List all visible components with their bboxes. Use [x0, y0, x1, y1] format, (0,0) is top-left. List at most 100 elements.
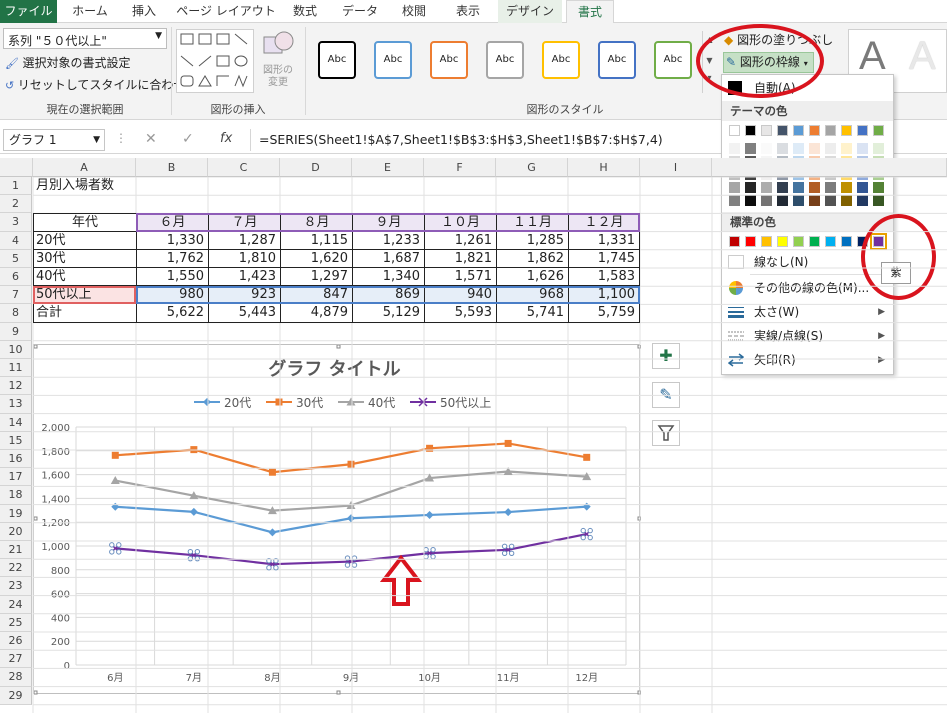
row-header[interactable]: 27 — [0, 650, 32, 669]
table-cell[interactable]: 1,571 — [424, 268, 496, 287]
row-header[interactable]: 1 — [0, 177, 32, 196]
tab-design[interactable]: デザイン — [498, 0, 562, 23]
row-header[interactable]: 21 — [0, 541, 32, 560]
table-cell[interactable]: 5,741 — [496, 304, 568, 323]
theme-color-swatch[interactable] — [825, 125, 836, 136]
format-selection-button[interactable]: 🖌 選択対象の書式設定 — [5, 54, 130, 71]
table-cell[interactable]: 1,261 — [424, 231, 496, 250]
table-cell[interactable]: 1,340 — [352, 268, 424, 287]
row-header[interactable]: 28 — [0, 668, 32, 687]
column-header[interactable]: I — [640, 158, 712, 177]
theme-color-swatch[interactable] — [777, 125, 788, 136]
table-cell[interactable]: 50代以上 — [33, 286, 136, 305]
table-cell[interactable]: 847 — [280, 286, 352, 305]
row-header[interactable]: 11 — [0, 359, 32, 378]
theme-color-swatch[interactable] — [873, 125, 884, 136]
table-header-cell[interactable]: １２月 — [568, 213, 640, 232]
table-cell[interactable]: 5,622 — [136, 304, 208, 323]
column-header[interactable]: C — [208, 158, 280, 177]
table-cell[interactable]: 20代 — [33, 231, 136, 250]
shape-style-option[interactable]: Abc — [542, 41, 580, 79]
table-cell[interactable]: 1,115 — [280, 231, 352, 250]
tab-formulas[interactable]: 数式 — [282, 0, 328, 23]
row-header[interactable]: 24 — [0, 595, 32, 614]
reset-style-button[interactable]: ↺ リセットしてスタイルに合わせる — [5, 76, 197, 93]
sheet-title-cell[interactable]: 月別入場者数 — [36, 177, 136, 195]
theme-color-shade-swatch[interactable] — [793, 143, 804, 154]
select-all-corner[interactable] — [0, 158, 33, 177]
table-cell[interactable]: 869 — [352, 286, 424, 305]
table-cell[interactable]: 1,287 — [208, 231, 280, 250]
table-cell[interactable]: 40代 — [33, 268, 136, 287]
theme-color-shade-swatch[interactable] — [809, 143, 820, 154]
table-cell[interactable]: 1,233 — [352, 231, 424, 250]
table-cell[interactable]: 968 — [496, 286, 568, 305]
shape-style-option[interactable]: Abc — [374, 41, 412, 79]
shape-style-gallery[interactable]: Abc Abc Abc Abc Abc Abc Abc — [308, 23, 716, 98]
tab-page-layout[interactable]: ページ レイアウト — [172, 0, 280, 23]
enter-icon[interactable]: ✓ — [182, 131, 194, 147]
table-cell[interactable]: 5,593 — [424, 304, 496, 323]
column-header[interactable]: E — [352, 158, 424, 177]
row-header[interactable]: 2 — [0, 195, 32, 214]
table-cell[interactable]: 5,759 — [568, 304, 640, 323]
theme-color-shade-swatch[interactable] — [841, 143, 852, 154]
row-header[interactable]: 20 — [0, 522, 32, 541]
tab-insert[interactable]: 挿入 — [120, 0, 168, 23]
table-cell[interactable]: 1,550 — [136, 268, 208, 287]
tab-data[interactable]: データ — [332, 0, 388, 23]
tab-view[interactable]: 表示 — [442, 0, 494, 23]
table-cell[interactable]: 1,620 — [280, 249, 352, 268]
table-cell[interactable]: 4,879 — [280, 304, 352, 323]
row-header[interactable]: 6 — [0, 268, 32, 287]
name-box[interactable]: グラフ 1 ▼ — [3, 129, 105, 151]
theme-color-shade-swatch[interactable] — [873, 143, 884, 154]
shape-style-option[interactable]: Abc — [318, 41, 356, 79]
table-header-cell[interactable]: ６月 — [136, 213, 208, 232]
row-header[interactable]: 23 — [0, 577, 32, 596]
theme-color-shade-swatch[interactable] — [729, 143, 740, 154]
table-cell[interactable]: 1,745 — [568, 249, 640, 268]
column-header[interactable]: F — [424, 158, 496, 177]
theme-color-swatch[interactable] — [745, 125, 756, 136]
shape-style-option[interactable]: Abc — [654, 41, 692, 79]
table-header-cell[interactable]: ７月 — [208, 213, 280, 232]
theme-color-swatch[interactable] — [809, 125, 820, 136]
column-header[interactable]: B — [136, 158, 208, 177]
row-header[interactable]: 16 — [0, 450, 32, 469]
table-cell[interactable]: 1,626 — [496, 268, 568, 287]
theme-color-swatch[interactable] — [729, 125, 740, 136]
column-header[interactable]: A — [33, 158, 136, 177]
column-header[interactable]: H — [568, 158, 640, 177]
table-cell[interactable]: 1,762 — [136, 249, 208, 268]
table-cell[interactable]: 5,129 — [352, 304, 424, 323]
tab-review[interactable]: 校閲 — [390, 0, 438, 23]
cancel-icon[interactable]: ✕ — [145, 131, 157, 147]
row-header[interactable]: 9 — [0, 322, 32, 341]
shape-gallery[interactable] — [176, 29, 254, 93]
table-cell[interactable]: 1,423 — [208, 268, 280, 287]
table-cell[interactable]: 5,443 — [208, 304, 280, 323]
theme-color-swatch[interactable] — [793, 125, 804, 136]
theme-color-shade-swatch[interactable] — [825, 143, 836, 154]
column-header[interactable] — [712, 158, 947, 177]
table-cell[interactable]: 1,583 — [568, 268, 640, 287]
table-cell[interactable]: 1,330 — [136, 231, 208, 250]
theme-color-shade-swatch[interactable] — [761, 143, 772, 154]
row-header[interactable]: 15 — [0, 431, 32, 450]
tab-home[interactable]: ホーム — [62, 0, 118, 23]
column-header[interactable]: D — [280, 158, 352, 177]
theme-color-shade-swatch[interactable] — [745, 143, 756, 154]
table-cell[interactable]: 1,687 — [352, 249, 424, 268]
row-header[interactable]: 10 — [0, 340, 32, 359]
row-header[interactable]: 8 — [0, 304, 32, 323]
table-cell[interactable]: 1,285 — [496, 231, 568, 250]
theme-color-swatch[interactable] — [761, 125, 772, 136]
table-cell[interactable]: 923 — [208, 286, 280, 305]
table-cell[interactable]: 1,100 — [568, 286, 640, 305]
row-header[interactable]: 22 — [0, 559, 32, 578]
shape-style-option[interactable]: Abc — [598, 41, 636, 79]
row-header[interactable]: 18 — [0, 486, 32, 505]
row-header[interactable]: 7 — [0, 286, 32, 305]
row-header[interactable]: 17 — [0, 468, 32, 487]
